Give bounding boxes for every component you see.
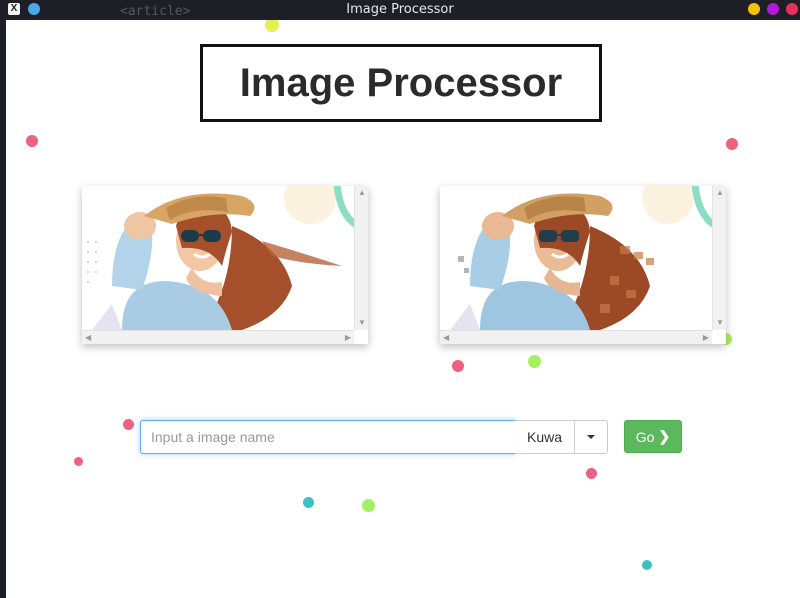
confetti-dot (26, 135, 38, 147)
confetti-dot (265, 20, 279, 32)
scroll-right-arrow-icon[interactable]: ▶ (345, 334, 351, 342)
confetti-dot (726, 138, 738, 150)
confetti-dot (123, 419, 134, 430)
confetti-dot (452, 360, 464, 372)
scroll-down-arrow-icon[interactable]: ▼ (716, 319, 724, 327)
scroll-left-arrow-icon[interactable]: ◀ (85, 334, 91, 342)
scroll-right-arrow-icon[interactable]: ▶ (703, 334, 709, 342)
confetti-dot (586, 468, 597, 479)
processed-portrait-illustration (440, 186, 712, 330)
app-window: Image Processor ▲ ▼ ◀ ▶ ▲ ▼ ◀ ▶ Input a … (6, 20, 800, 598)
window-title: Image Processor (346, 2, 454, 17)
close-button[interactable] (786, 3, 798, 15)
original-image-panel: ▲ ▼ ◀ ▶ (82, 186, 368, 344)
scroll-down-arrow-icon[interactable]: ▼ (358, 319, 366, 327)
vertical-scrollbar[interactable]: ▲ ▼ (712, 186, 726, 330)
scrollbar-corner (354, 330, 368, 344)
confetti-dot (303, 497, 314, 508)
scroll-left-arrow-icon[interactable]: ◀ (443, 334, 449, 342)
page-title-box: Image Processor (200, 44, 602, 122)
chevron-right-icon: ❯ (658, 428, 671, 444)
image-name-input[interactable] (140, 420, 516, 454)
go-button[interactable]: Go ❯ (624, 420, 682, 453)
algorithm-dropdown-toggle[interactable] (574, 420, 608, 454)
scroll-up-arrow-icon[interactable]: ▲ (358, 189, 366, 197)
confetti-dot (74, 457, 83, 466)
processed-image (440, 186, 712, 330)
page-title: Image Processor (239, 60, 563, 105)
scrollbar-corner (712, 330, 726, 344)
confetti-dot (362, 499, 375, 512)
confetti-dot (528, 355, 541, 368)
minimize-button[interactable] (748, 3, 760, 15)
portrait-illustration (82, 186, 354, 330)
horizontal-scrollbar[interactable]: ◀ ▶ (82, 330, 354, 344)
vertical-scrollbar[interactable]: ▲ ▼ (354, 186, 368, 330)
algorithm-select-label[interactable]: Kuwa (515, 420, 575, 454)
scroll-up-arrow-icon[interactable]: ▲ (716, 189, 724, 197)
window-titlebar: X <article> Image Processor (0, 0, 800, 20)
caret-down-icon (587, 435, 595, 439)
original-image (82, 186, 354, 330)
processed-image-panel: ▲ ▼ ◀ ▶ (440, 186, 726, 344)
go-button-label: Go (635, 428, 655, 445)
horizontal-scrollbar[interactable]: ◀ ▶ (440, 330, 712, 344)
maximize-button[interactable] (767, 3, 779, 15)
confetti-dot (642, 560, 652, 570)
